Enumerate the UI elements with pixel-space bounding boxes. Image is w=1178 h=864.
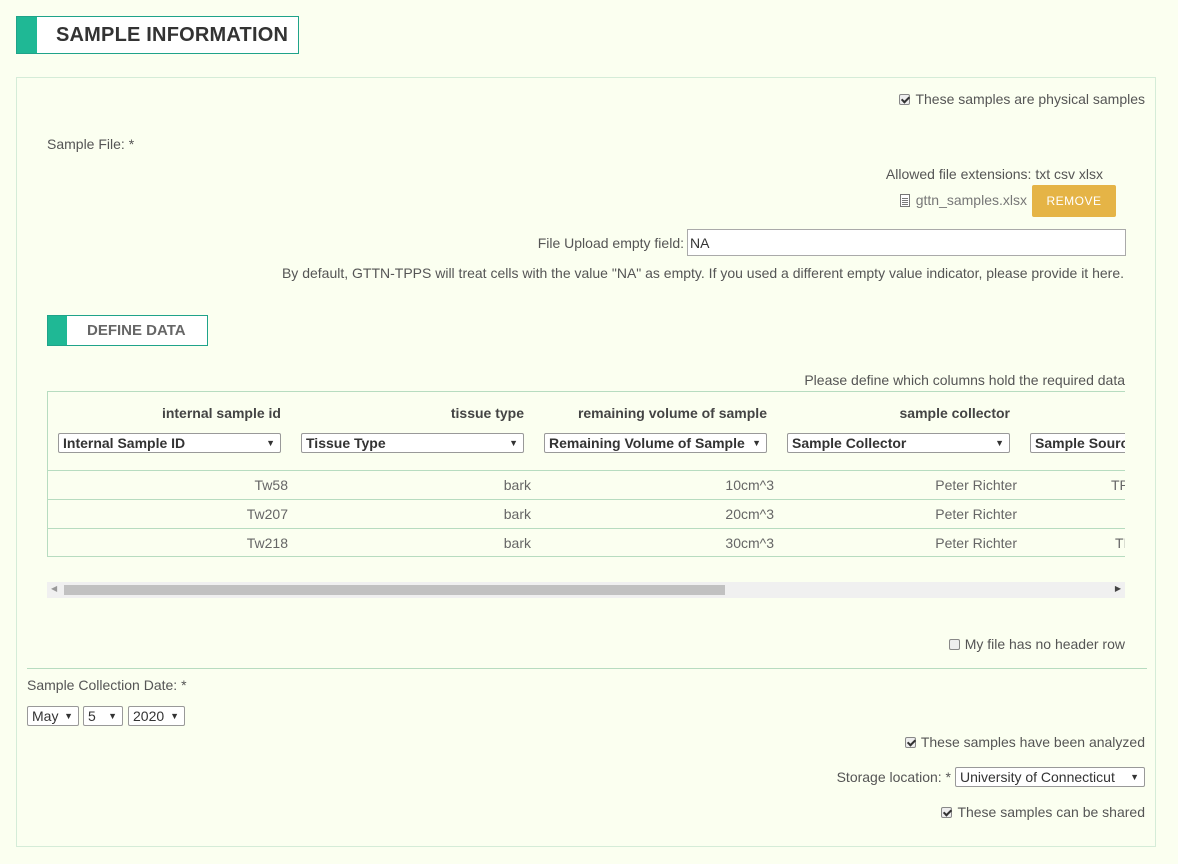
define-data-accent (48, 316, 67, 345)
year-value: 2020 (133, 708, 165, 724)
table-cell: 20cm^3 (725, 506, 774, 522)
shared-label: These samples can be shared (957, 804, 1145, 820)
table-cell: Peter Richter (935, 506, 1017, 522)
column-header: internal sample id (161, 405, 281, 421)
month-value: May (32, 708, 59, 724)
analyzed-checkbox[interactable] (904, 737, 916, 748)
dropdown-arrow-icon: ▼ (509, 438, 518, 448)
table-cell: Peter Richter (935, 535, 1017, 551)
scroll-right-icon[interactable]: ▶ (1115, 584, 1121, 593)
column-header: remaining volume of sample (577, 405, 767, 421)
storage-location-select[interactable]: University of Connecticut ▼ (955, 767, 1145, 787)
column-select-value: Remaining Volume of Sample (549, 435, 745, 451)
section-header: SAMPLE INFORMATION (16, 16, 299, 54)
table-cell: TP (1111, 477, 1125, 493)
table-cell: 30cm^3 (725, 535, 774, 551)
dropdown-arrow-icon: ▼ (170, 711, 179, 721)
define-data-instructions: Please define which columns hold the req… (804, 372, 1125, 388)
no-header-row[interactable]: My file has no header row (948, 636, 1125, 652)
no-header-checkbox[interactable] (948, 639, 960, 650)
column-select-value: Sample Source (1035, 435, 1125, 451)
row-divider (48, 470, 1125, 471)
table-horizontal-scrollbar[interactable]: ◀ ▶ (47, 582, 1125, 598)
remove-file-button[interactable]: REMOVE (1032, 185, 1116, 217)
section-divider (27, 668, 1147, 669)
scrollbar-thumb[interactable] (64, 585, 725, 595)
empty-field-input[interactable] (687, 229, 1126, 256)
table-cell: bark (503, 535, 531, 551)
column-select[interactable]: Sample Collector ▼ (787, 433, 1010, 453)
dropdown-arrow-icon: ▼ (995, 438, 1004, 448)
dropdown-arrow-icon: ▼ (752, 438, 761, 448)
storage-location-value: University of Connecticut (960, 769, 1115, 785)
storage-location-label: Storage location: * (836, 769, 951, 785)
table-cell: Tw58 (254, 477, 288, 493)
column-select[interactable]: Internal Sample ID ▼ (58, 433, 281, 453)
physical-samples-label: These samples are physical samples (915, 91, 1145, 107)
section-header-accent (17, 17, 37, 53)
file-icon (899, 194, 910, 207)
dropdown-arrow-icon: ▼ (108, 711, 117, 721)
column-header: sample collector (899, 405, 1011, 421)
dropdown-arrow-icon: ▼ (266, 438, 275, 448)
empty-field-label: File Upload empty field: (537, 235, 684, 251)
column-select-value: Tissue Type (306, 435, 386, 451)
define-data-table: internal sample id tissue type remaining… (47, 391, 1125, 557)
row-divider (48, 499, 1125, 500)
month-select[interactable]: May ▼ (27, 706, 79, 726)
table-cell: TI (1115, 535, 1125, 551)
column-select[interactable]: Tissue Type ▼ (301, 433, 524, 453)
collection-date-label: Sample Collection Date: * (27, 677, 187, 693)
physical-samples-row[interactable]: These samples are physical samples (899, 91, 1145, 107)
column-select[interactable]: Sample Source (1030, 433, 1125, 453)
column-select-value: Internal Sample ID (63, 435, 186, 451)
table-cell: bark (503, 506, 531, 522)
table-cell: 10cm^3 (725, 477, 774, 493)
define-data-title: DEFINE DATA (87, 322, 186, 339)
table-cell: Peter Richter (935, 477, 1017, 493)
sample-info-panel: These samples are physical samples Sampl… (16, 77, 1156, 847)
no-header-label: My file has no header row (964, 636, 1125, 652)
shared-checkbox[interactable] (941, 807, 953, 818)
dropdown-arrow-icon: ▼ (64, 711, 73, 721)
day-value: 5 (88, 708, 96, 724)
analyzed-row[interactable]: These samples have been analyzed (904, 734, 1145, 750)
dropdown-arrow-icon: ▼ (1130, 772, 1139, 782)
column-header: tissue type (450, 405, 524, 421)
column-select-value: Sample Collector (792, 435, 907, 451)
analyzed-label: These samples have been analyzed (920, 734, 1145, 750)
row-divider (48, 528, 1125, 529)
uploaded-filename: gttn_samples.xlsx (915, 192, 1027, 208)
table-cell: bark (503, 477, 531, 493)
year-select[interactable]: 2020 ▼ (128, 706, 185, 726)
shared-row[interactable]: These samples can be shared (941, 804, 1145, 820)
define-data-header: DEFINE DATA (47, 315, 208, 346)
empty-field-help: By default, GTTN-TPPS will treat cells w… (281, 265, 1124, 281)
table-cell: Tw207 (246, 506, 288, 522)
table-cell: Tw218 (246, 535, 288, 551)
day-select[interactable]: 5 ▼ (83, 706, 123, 726)
allowed-extensions: Allowed file extensions: txt csv xlsx (885, 166, 1103, 182)
section-title: SAMPLE INFORMATION (56, 23, 289, 46)
physical-samples-checkbox[interactable] (899, 94, 911, 105)
column-select[interactable]: Remaining Volume of Sample ▼ (544, 433, 767, 453)
scroll-left-icon[interactable]: ◀ (51, 584, 57, 593)
sample-file-label: Sample File: * (47, 136, 135, 152)
uploaded-file[interactable]: gttn_samples.xlsx (899, 192, 1027, 208)
